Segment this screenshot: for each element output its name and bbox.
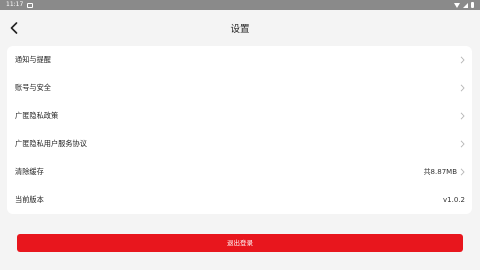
chevron-right-icon <box>460 84 465 92</box>
settings-item-privacy-policy[interactable]: 广匿隐私政策 <box>7 102 472 130</box>
settings-item-account-security[interactable]: 账号与安全 <box>7 74 472 102</box>
settings-item-label: 账号与安全 <box>15 83 51 92</box>
page-title: 设置 <box>230 24 250 35</box>
logout-button[interactable]: 退出登录 <box>17 234 463 252</box>
version-value: v1.0.2 <box>443 196 465 204</box>
settings-item-user-agreement[interactable]: 广匿隐私用户服务协议 <box>7 130 472 158</box>
chevron-right-icon <box>460 168 465 176</box>
settings-item-label: 广匿隐私政策 <box>15 111 59 120</box>
signal-icon <box>463 2 468 8</box>
chevron-right-icon <box>460 140 465 148</box>
settings-item-clear-cache[interactable]: 清除缓存 共8.87MB <box>7 158 472 186</box>
settings-item-current-version: 当前版本 v1.0.2 <box>7 186 472 214</box>
settings-item-notifications[interactable]: 通知与提醒 <box>7 46 472 74</box>
settings-item-label: 当前版本 <box>15 195 44 204</box>
settings-item-label: 通知与提醒 <box>15 55 51 64</box>
status-time: 11:17 <box>6 1 24 8</box>
settings-card: 通知与提醒 账号与安全 广匿隐私政策 广匿隐私用户服务协议 清除缓存 共8.87… <box>7 46 472 214</box>
settings-item-label: 广匿隐私用户服务协议 <box>15 139 87 148</box>
wifi-icon <box>454 2 460 8</box>
settings-item-label: 清除缓存 <box>15 167 44 176</box>
chevron-right-icon <box>460 112 465 120</box>
back-button[interactable] <box>6 19 22 37</box>
cache-size-value: 共8.87MB <box>423 168 457 176</box>
chevron-right-icon <box>460 56 465 64</box>
header: 设置 <box>0 10 480 46</box>
chevron-left-icon <box>10 22 18 34</box>
notification-icon <box>27 2 34 8</box>
battery-icon <box>471 2 474 8</box>
status-bar: 11:17 <box>0 0 480 10</box>
